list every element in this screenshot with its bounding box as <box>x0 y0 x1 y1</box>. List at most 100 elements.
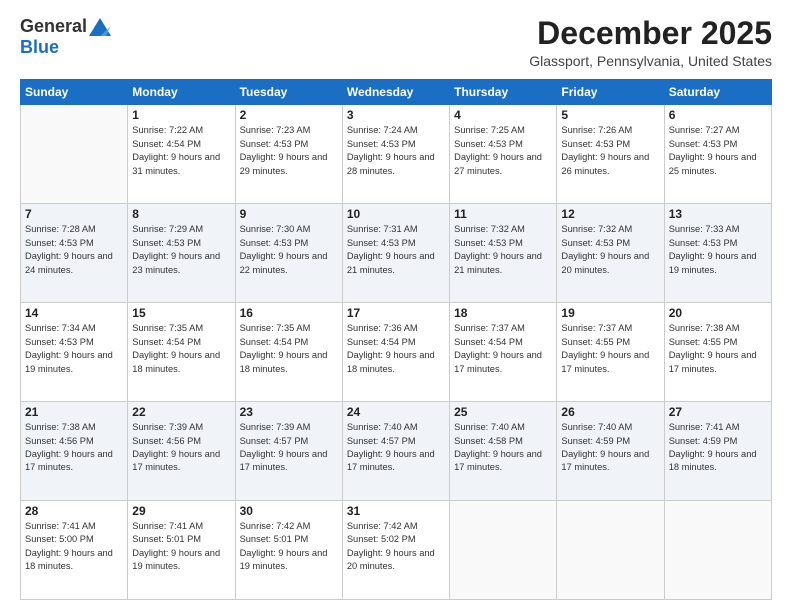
day-detail: Sunrise: 7:40 AMSunset: 4:57 PMDaylight:… <box>347 421 445 475</box>
day-detail: Sunrise: 7:38 AMSunset: 4:56 PMDaylight:… <box>25 421 123 475</box>
calendar-cell: 21 Sunrise: 7:38 AMSunset: 4:56 PMDayligh… <box>21 402 128 501</box>
calendar-week-row: 21 Sunrise: 7:38 AMSunset: 4:56 PMDayligh… <box>21 402 772 501</box>
title-section: December 2025 Glassport, Pennsylvania, U… <box>529 16 772 69</box>
day-number: 25 <box>454 405 552 419</box>
day-number: 29 <box>132 504 230 518</box>
day-number: 3 <box>347 108 445 122</box>
day-detail: Sunrise: 7:22 AMSunset: 4:54 PMDaylight:… <box>132 124 230 178</box>
day-detail: Sunrise: 7:32 AMSunset: 4:53 PMDaylight:… <box>454 223 552 277</box>
calendar-cell: 18 Sunrise: 7:37 AMSunset: 4:54 PMDayligh… <box>450 303 557 402</box>
day-number: 6 <box>669 108 767 122</box>
day-detail: Sunrise: 7:36 AMSunset: 4:54 PMDaylight:… <box>347 322 445 376</box>
calendar-cell: 15Sunrise: 7:35 AMSunset: 4:54 PMDayligh… <box>128 303 235 402</box>
day-number: 13 <box>669 207 767 221</box>
logo: General Blue <box>20 16 111 58</box>
day-detail: Sunrise: 7:27 AMSunset: 4:53 PMDaylight:… <box>669 124 767 178</box>
day-number: 20 <box>669 306 767 320</box>
day-detail: Sunrise: 7:41 AMSunset: 4:59 PMDaylight:… <box>669 421 767 475</box>
calendar-cell: 9 Sunrise: 7:30 AMSunset: 4:53 PMDaylight… <box>235 204 342 303</box>
calendar-cell: 8 Sunrise: 7:29 AMSunset: 4:53 PMDaylight… <box>128 204 235 303</box>
weekday-header-sunday: Sunday <box>21 80 128 105</box>
weekday-header-friday: Friday <box>557 80 664 105</box>
calendar-header-row: SundayMondayTuesdayWednesdayThursdayFrid… <box>21 80 772 105</box>
day-detail: Sunrise: 7:30 AMSunset: 4:53 PMDaylight:… <box>240 223 338 277</box>
calendar-cell: 20 Sunrise: 7:38 AMSunset: 4:55 PMDayligh… <box>664 303 771 402</box>
day-detail: Sunrise: 7:29 AMSunset: 4:53 PMDaylight:… <box>132 223 230 277</box>
calendar-cell: 29 Sunrise: 7:41 AMSunset: 5:01 PMDayligh… <box>128 501 235 600</box>
calendar-cell <box>664 501 771 600</box>
day-detail: Sunrise: 7:26 AMSunset: 4:53 PMDaylight:… <box>561 124 659 178</box>
location: Glassport, Pennsylvania, United States <box>529 53 772 69</box>
header: General Blue December 2025 Glassport, Pe… <box>20 16 772 69</box>
day-detail: Sunrise: 7:40 AMSunset: 4:58 PMDaylight:… <box>454 421 552 475</box>
day-detail: Sunrise: 7:39 AMSunset: 4:57 PMDaylight:… <box>240 421 338 475</box>
day-detail: Sunrise: 7:37 AMSunset: 4:54 PMDaylight:… <box>454 322 552 376</box>
day-number: 27 <box>669 405 767 419</box>
day-number: 15 <box>132 306 230 320</box>
day-detail: Sunrise: 7:33 AMSunset: 4:53 PMDaylight:… <box>669 223 767 277</box>
day-number: 21 <box>25 405 123 419</box>
calendar-cell: 13 Sunrise: 7:33 AMSunset: 4:53 PMDayligh… <box>664 204 771 303</box>
calendar-cell: 2 Sunrise: 7:23 AMSunset: 4:53 PMDaylight… <box>235 105 342 204</box>
day-number: 5 <box>561 108 659 122</box>
weekday-header-wednesday: Wednesday <box>342 80 449 105</box>
weekday-header-tuesday: Tuesday <box>235 80 342 105</box>
calendar-cell: 19 Sunrise: 7:37 AMSunset: 4:55 PMDayligh… <box>557 303 664 402</box>
calendar-week-row: 1Sunrise: 7:22 AMSunset: 4:54 PMDaylight… <box>21 105 772 204</box>
month-title: December 2025 <box>529 16 772 51</box>
day-detail: Sunrise: 7:37 AMSunset: 4:55 PMDaylight:… <box>561 322 659 376</box>
day-number: 24 <box>347 405 445 419</box>
calendar-cell: 10 Sunrise: 7:31 AMSunset: 4:53 PMDayligh… <box>342 204 449 303</box>
weekday-header-thursday: Thursday <box>450 80 557 105</box>
weekday-header-monday: Monday <box>128 80 235 105</box>
calendar-cell: 25 Sunrise: 7:40 AMSunset: 4:58 PMDayligh… <box>450 402 557 501</box>
calendar-cell <box>21 105 128 204</box>
day-number: 12 <box>561 207 659 221</box>
day-number: 17 <box>347 306 445 320</box>
day-number: 16 <box>240 306 338 320</box>
day-detail: Sunrise: 7:38 AMSunset: 4:55 PMDaylight:… <box>669 322 767 376</box>
logo-icon <box>89 18 111 36</box>
day-detail: Sunrise: 7:34 AMSunset: 4:53 PMDaylight:… <box>25 322 123 376</box>
calendar-cell: 12Sunrise: 7:32 AMSunset: 4:53 PMDayligh… <box>557 204 664 303</box>
calendar-cell: 3Sunrise: 7:24 AMSunset: 4:53 PMDaylight… <box>342 105 449 204</box>
day-detail: Sunrise: 7:42 AMSunset: 5:01 PMDaylight:… <box>240 520 338 574</box>
day-number: 10 <box>347 207 445 221</box>
day-number: 18 <box>454 306 552 320</box>
calendar-cell: 4 Sunrise: 7:25 AMSunset: 4:53 PMDaylight… <box>450 105 557 204</box>
day-number: 9 <box>240 207 338 221</box>
day-detail: Sunrise: 7:31 AMSunset: 4:53 PMDaylight:… <box>347 223 445 277</box>
day-number: 19 <box>561 306 659 320</box>
calendar-cell: 22 Sunrise: 7:39 AMSunset: 4:56 PMDayligh… <box>128 402 235 501</box>
day-detail: Sunrise: 7:28 AMSunset: 4:53 PMDaylight:… <box>25 223 123 277</box>
calendar-cell: 11Sunrise: 7:32 AMSunset: 4:53 PMDayligh… <box>450 204 557 303</box>
day-number: 28 <box>25 504 123 518</box>
day-detail: Sunrise: 7:42 AMSunset: 5:02 PMDaylight:… <box>347 520 445 574</box>
day-detail: Sunrise: 7:39 AMSunset: 4:56 PMDaylight:… <box>132 421 230 475</box>
calendar-cell: 23 Sunrise: 7:39 AMSunset: 4:57 PMDayligh… <box>235 402 342 501</box>
day-number: 22 <box>132 405 230 419</box>
calendar-week-row: 14 Sunrise: 7:34 AMSunset: 4:53 PMDayligh… <box>21 303 772 402</box>
calendar-cell: 24 Sunrise: 7:40 AMSunset: 4:57 PMDayligh… <box>342 402 449 501</box>
day-detail: Sunrise: 7:41 AMSunset: 5:01 PMDaylight:… <box>132 520 230 574</box>
calendar-cell: 14 Sunrise: 7:34 AMSunset: 4:53 PMDayligh… <box>21 303 128 402</box>
day-number: 7 <box>25 207 123 221</box>
calendar-cell: 26Sunrise: 7:40 AMSunset: 4:59 PMDayligh… <box>557 402 664 501</box>
calendar-cell: 16 Sunrise: 7:35 AMSunset: 4:54 PMDayligh… <box>235 303 342 402</box>
calendar-cell: 6 Sunrise: 7:27 AMSunset: 4:53 PMDaylight… <box>664 105 771 204</box>
day-detail: Sunrise: 7:23 AMSunset: 4:53 PMDaylight:… <box>240 124 338 178</box>
logo-blue-text: Blue <box>20 37 59 58</box>
calendar-cell: 1Sunrise: 7:22 AMSunset: 4:54 PMDaylight… <box>128 105 235 204</box>
day-number: 8 <box>132 207 230 221</box>
day-number: 14 <box>25 306 123 320</box>
calendar-cell: 7 Sunrise: 7:28 AMSunset: 4:53 PMDaylight… <box>21 204 128 303</box>
calendar-cell: 30Sunrise: 7:42 AMSunset: 5:01 PMDayligh… <box>235 501 342 600</box>
day-number: 23 <box>240 405 338 419</box>
calendar-cell: 5 Sunrise: 7:26 AMSunset: 4:53 PMDaylight… <box>557 105 664 204</box>
day-detail: Sunrise: 7:35 AMSunset: 4:54 PMDaylight:… <box>240 322 338 376</box>
weekday-header-saturday: Saturday <box>664 80 771 105</box>
calendar-week-row: 28Sunrise: 7:41 AMSunset: 5:00 PMDayligh… <box>21 501 772 600</box>
day-number: 4 <box>454 108 552 122</box>
day-number: 2 <box>240 108 338 122</box>
day-detail: Sunrise: 7:25 AMSunset: 4:53 PMDaylight:… <box>454 124 552 178</box>
